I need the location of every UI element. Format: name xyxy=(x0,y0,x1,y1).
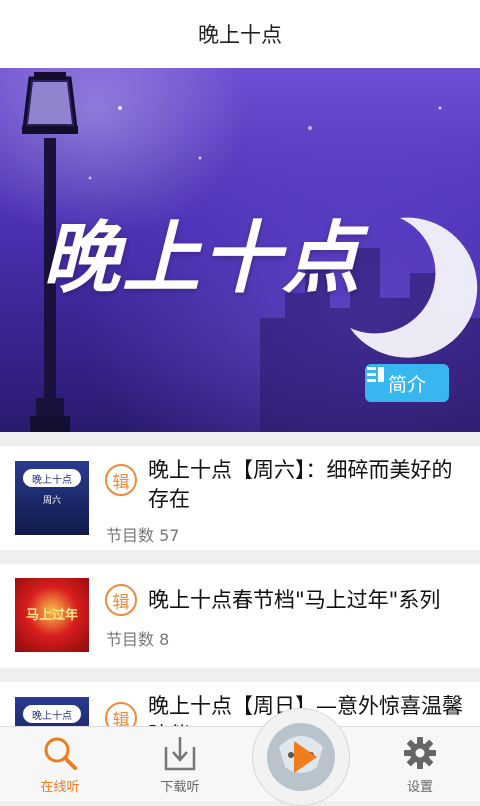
tab-settings-label: 设置 xyxy=(406,780,433,795)
search-icon xyxy=(44,737,77,770)
album-badge: 辑 xyxy=(105,464,137,496)
tab-settings[interactable]: 设置 xyxy=(370,727,470,801)
play-icon xyxy=(267,723,335,791)
bottom-tab-bar: 在线听 下载听 设置 xyxy=(0,726,480,801)
album-cover: 晚上十点 xyxy=(15,697,89,726)
hero-banner[interactable]: 晚上十点 简介 xyxy=(0,68,480,432)
download-icon xyxy=(164,737,196,771)
tab-online[interactable]: 在线听 xyxy=(10,727,110,801)
hero-title-art: 晚上十点 xyxy=(42,213,363,304)
tab-online-label: 在线听 xyxy=(40,780,80,795)
now-playing-button[interactable] xyxy=(252,708,350,806)
album-cover: 晚上十点 周六 xyxy=(15,461,89,535)
episode-count: 节目数 8 xyxy=(106,630,170,649)
cover-text: 晚上十点 xyxy=(23,469,81,487)
intro-button-label: 简介 xyxy=(387,373,426,396)
cover-text: 晚上十点 xyxy=(23,705,81,723)
album-title: 晚上十点春节档"马上过年"系列 xyxy=(148,588,441,612)
tab-download-label: 下载听 xyxy=(160,780,200,795)
list-item[interactable]: 马上过年 辑 晚上十点春节档"马上过年"系列 节目数 8 xyxy=(0,564,480,668)
episode-count: 节目数 57 xyxy=(106,526,180,545)
cover-text: 马上过年 xyxy=(25,608,78,623)
intro-button[interactable]: 简介 xyxy=(365,364,449,402)
album-cover: 马上过年 xyxy=(15,578,89,652)
list-icon xyxy=(367,367,384,382)
album-badge: 辑 xyxy=(105,584,137,616)
gear-icon xyxy=(404,737,436,769)
list-item[interactable]: 晚上十点 周六 辑 晚上十点【周六】：细碎而美好的存在 节目数 57 xyxy=(0,446,480,550)
album-title: 晚上十点【周六】：细碎而美好的存在 xyxy=(148,458,453,511)
app-header: 晚上十点 xyxy=(0,0,480,68)
album-badge: 辑 xyxy=(105,702,137,726)
page-title: 晚上十点 xyxy=(198,23,282,47)
tab-download[interactable]: 下载听 xyxy=(130,727,230,801)
cover-subtext: 周六 xyxy=(42,496,61,506)
list-item[interactable]: 晚上十点 辑 晚上十点【周日】—意外惊喜温馨陪伴 xyxy=(0,682,480,726)
